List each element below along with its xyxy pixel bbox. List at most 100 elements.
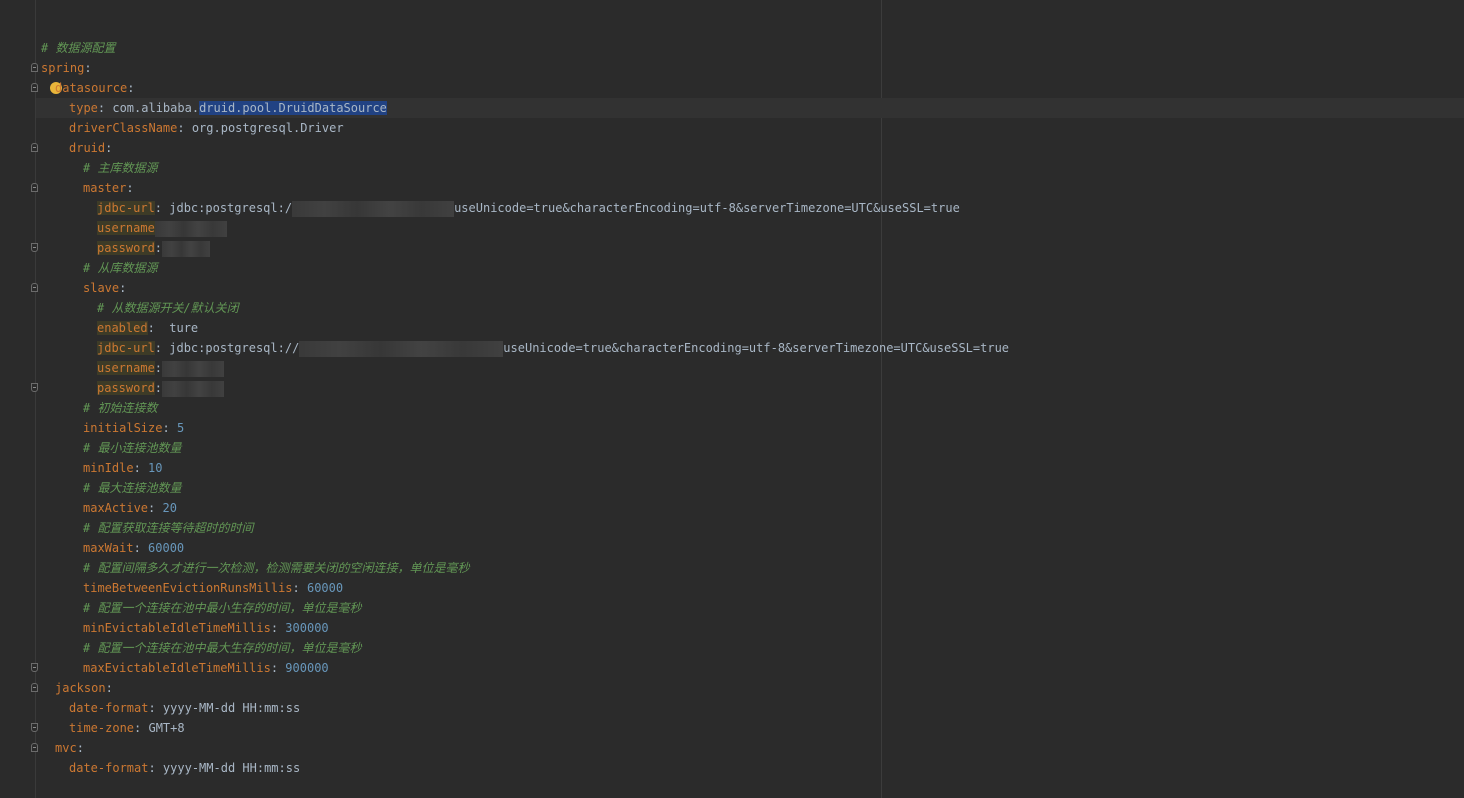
value-token: : xyxy=(148,501,163,515)
fold-marker-icon[interactable] xyxy=(31,183,38,192)
value-token: : xyxy=(105,141,113,155)
code-line[interactable]: username: xyxy=(0,358,1464,378)
number-token: 300000 xyxy=(285,621,329,635)
code-line[interactable]: slave: xyxy=(0,278,1464,298)
selected-text: druid.pool.DruidDataSource xyxy=(199,101,387,115)
key-token: datasource xyxy=(55,81,128,95)
key-token: timeBetweenEvictionRunsMillis xyxy=(83,581,293,595)
code-line[interactable]: initialSize: 5 xyxy=(0,418,1464,438)
number-token: 60000 xyxy=(306,581,344,595)
value-token: : xyxy=(292,581,307,595)
code-line[interactable]: # 最大连接池数量 xyxy=(0,478,1464,498)
code-line[interactable]: enabled: ture xyxy=(0,318,1464,338)
number-token: 900000 xyxy=(285,661,329,675)
number-token: 5 xyxy=(176,421,185,435)
code-text: date-format: yyyy-MM-dd HH:mm:ss xyxy=(69,698,300,718)
code-line[interactable]: # 初始连接数 xyxy=(0,398,1464,418)
fold-marker-icon[interactable] xyxy=(31,683,38,692)
code-line[interactable]: username xyxy=(0,218,1464,238)
code-line[interactable]: jdbc-url: jdbc:postgresql:/ useUnicode=tr… xyxy=(0,198,1464,218)
value-token: : xyxy=(270,661,286,675)
code-text: # 初始连接数 xyxy=(83,398,157,418)
code-line[interactable]: maxActive: 20 xyxy=(0,498,1464,518)
code-editor[interactable]: # 数据源配置 spring: datasource: type: com.aliba… xyxy=(0,0,1464,798)
code-text: slave: xyxy=(83,278,126,298)
key-token: initialSize xyxy=(83,421,163,435)
code-text: spring: xyxy=(41,58,92,78)
fold-marker-icon[interactable] xyxy=(31,383,38,392)
code-text: maxEvictableIdleTimeMillis: 900000 xyxy=(83,658,329,678)
code-line[interactable]: time-zone: GMT+8 xyxy=(0,718,1464,738)
comment-token: # 从库数据源 xyxy=(83,261,158,275)
redacted-value xyxy=(162,240,211,257)
value-token: useUnicode=true&characterEncoding=utf-8&… xyxy=(454,201,960,215)
code-line[interactable]: druid: xyxy=(0,138,1464,158)
code-line[interactable]: password: xyxy=(0,238,1464,258)
code-text: username xyxy=(97,218,227,238)
code-line[interactable]: maxEvictableIdleTimeMillis: 900000 xyxy=(0,658,1464,678)
number-token: 10 xyxy=(148,461,163,475)
code-line[interactable]: jdbc-url: jdbc:postgresql:// useUnicode=t… xyxy=(0,338,1464,358)
code-line[interactable]: # 配置一个连接在池中最小生存的时间，单位是毫秒 xyxy=(0,598,1464,618)
code-line[interactable]: # 从库数据源 xyxy=(0,258,1464,278)
value-token: useUnicode=true&characterEncoding=utf-8&… xyxy=(503,341,1010,355)
fold-marker-icon[interactable] xyxy=(31,283,38,292)
code-line[interactable]: minIdle: 10 xyxy=(0,458,1464,478)
code-line[interactable]: master: xyxy=(0,178,1464,198)
fold-marker-icon[interactable] xyxy=(31,63,38,72)
code-text: password: xyxy=(97,378,225,398)
code-line[interactable]: # 主库数据源 xyxy=(0,158,1464,178)
code-line[interactable]: # 配置间隔多久才进行一次检测，检测需要关闭的空闲连接，单位是毫秒 xyxy=(0,558,1464,578)
key-token: minIdle xyxy=(83,461,134,475)
code-line[interactable]: # 最小连接池数量 xyxy=(0,438,1464,458)
value-token: : GMT+8 xyxy=(134,721,185,735)
key-token: maxWait xyxy=(83,541,134,555)
code-line[interactable]: mvc: xyxy=(0,738,1464,758)
value-token: : jdbc:postgresql:/ xyxy=(154,201,293,215)
key-token: username xyxy=(97,361,155,375)
fold-marker-icon[interactable] xyxy=(31,83,38,92)
code-line[interactable]: date-format: yyyy-MM-dd HH:mm:ss xyxy=(0,698,1464,718)
code-line[interactable]: # 数据源配置 xyxy=(0,38,1464,58)
code-lines[interactable]: # 数据源配置 spring: datasource: type: com.aliba… xyxy=(0,38,1464,778)
value-token: : jdbc:postgresql:// xyxy=(154,341,300,355)
fold-marker-icon[interactable] xyxy=(31,143,38,152)
fold-marker-icon[interactable] xyxy=(31,663,38,672)
code-line[interactable]: # 配置一个连接在池中最大生存的时间，单位是毫秒 xyxy=(0,638,1464,658)
code-line[interactable]: timeBetweenEvictionRunsMillis: 60000 xyxy=(0,578,1464,598)
code-line[interactable]: # 配置获取连接等待超时的时间 xyxy=(0,518,1464,538)
fold-marker-icon[interactable] xyxy=(31,243,38,252)
code-line[interactable]: datasource: xyxy=(0,78,1464,98)
code-line[interactable]: jackson: xyxy=(0,678,1464,698)
code-line[interactable]: maxWait: 60000 xyxy=(0,538,1464,558)
code-line[interactable]: password: xyxy=(0,378,1464,398)
comment-token: # 从数据源开关/默认关闭 xyxy=(97,301,239,315)
key-token: master xyxy=(83,181,127,195)
key-token: maxActive xyxy=(83,501,149,515)
code-line[interactable]: date-format: yyyy-MM-dd HH:mm:ss xyxy=(0,758,1464,778)
value-token: : org.postgresql.Driver xyxy=(177,121,344,135)
redacted-value xyxy=(299,340,504,357)
code-line[interactable]: driverClassName: org.postgresql.Driver xyxy=(0,118,1464,138)
fold-marker-icon[interactable] xyxy=(31,743,38,752)
value-token: : xyxy=(126,181,134,195)
code-line[interactable]: spring: xyxy=(0,58,1464,78)
key-token: time-zone xyxy=(69,721,135,735)
key-token: spring xyxy=(41,61,85,75)
comment-token: # 最大连接池数量 xyxy=(83,481,182,495)
key-token: date-format xyxy=(69,761,149,775)
value-token: : xyxy=(162,421,177,435)
code-text: driverClassName: org.postgresql.Driver xyxy=(69,118,344,138)
value-token: : yyyy-MM-dd HH:mm:ss xyxy=(148,701,301,715)
code-line[interactable]: # 从数据源开关/默认关闭 xyxy=(0,298,1464,318)
code-text: mvc: xyxy=(55,738,84,758)
code-line[interactable]: type: com.alibaba.druid.pool.DruidDataSo… xyxy=(0,98,1464,118)
code-line[interactable]: minEvictableIdleTimeMillis: 300000 xyxy=(0,618,1464,638)
code-text: master: xyxy=(83,178,134,198)
key-token: enabled xyxy=(97,321,148,335)
key-token: date-format xyxy=(69,701,149,715)
code-text: maxActive: 20 xyxy=(83,498,177,518)
code-text: time-zone: GMT+8 xyxy=(69,718,185,738)
key-token: minEvictableIdleTimeMillis xyxy=(83,621,271,635)
fold-marker-icon[interactable] xyxy=(31,723,38,732)
